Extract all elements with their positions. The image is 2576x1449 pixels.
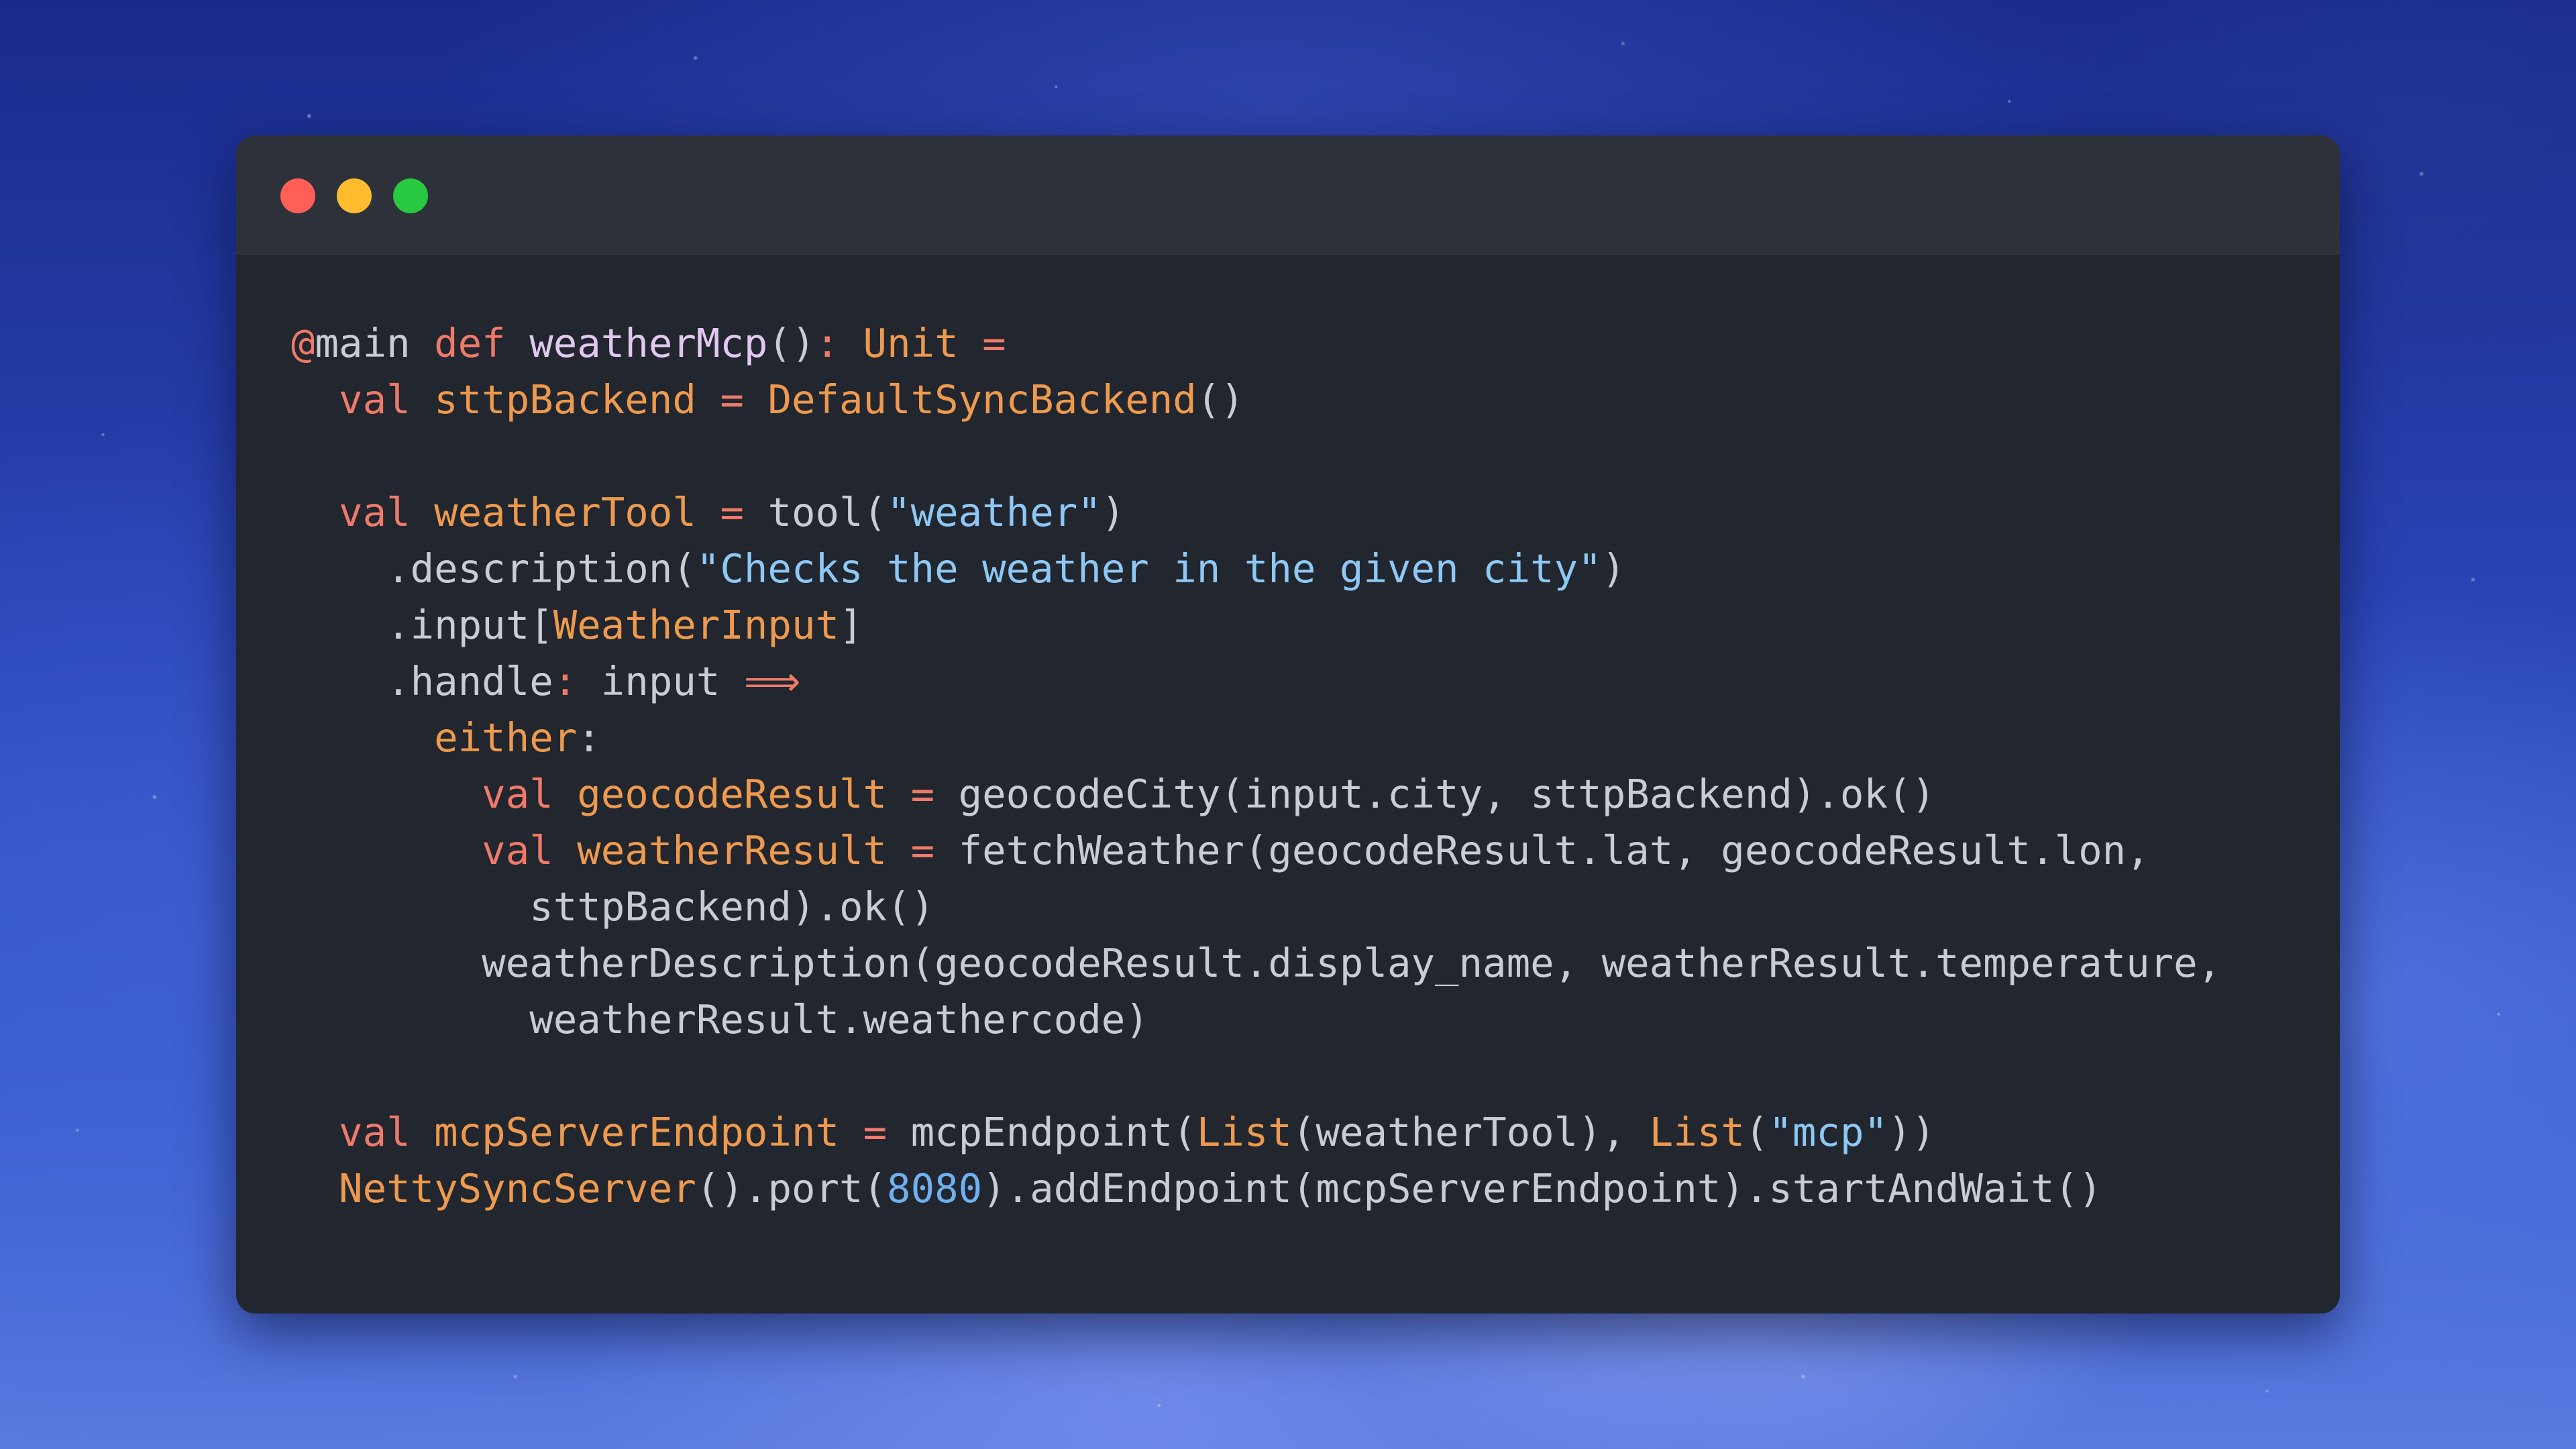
code-token: = [839, 1109, 911, 1155]
code-token: @ [291, 320, 315, 366]
code-token: geocodeCity(input.city, sttpBackend).ok(… [958, 771, 1935, 817]
code-token: () [1196, 376, 1244, 423]
code-line: weatherResult.weathercode) [291, 991, 2221, 1048]
code-token: sttpBackend [434, 376, 696, 423]
code-line: @main def weatherMcp(): Unit = [291, 315, 2221, 372]
code-token: geocodeResult [577, 771, 888, 817]
code-token: weatherTool [434, 489, 696, 535]
code-token: WeatherInput [553, 602, 839, 648]
code-token: List [1196, 1109, 1292, 1155]
minimize-button[interactable] [337, 178, 372, 213]
code-window: @main def weatherMcp(): Unit = val sttpB… [236, 136, 2340, 1313]
code-line: sttpBackend).ok() [291, 879, 2221, 935]
code-line: NettySyncServer().port(8080).addEndpoint… [291, 1161, 2221, 1217]
window-titlebar [236, 136, 2340, 255]
code-token: List [1649, 1109, 1745, 1155]
code-line: val sttpBackend = DefaultSyncBackend() [291, 372, 2221, 428]
code-block: @main def weatherMcp(): Unit = val sttpB… [291, 315, 2221, 1217]
code-token: "weather" [887, 489, 1102, 535]
code-token: sttpBackend).ok() [291, 883, 935, 930]
code-token: ) [1601, 545, 1626, 592]
code-token: .description( [291, 545, 696, 592]
code-token: .handle [291, 658, 553, 704]
code-token: weatherResult [577, 827, 888, 873]
code-token: val [482, 771, 578, 817]
code-token: val [339, 376, 435, 423]
code-token: "mcp" [1768, 1109, 1888, 1155]
code-line: weatherDescription(geocodeResult.display… [291, 935, 2221, 991]
close-button[interactable] [280, 178, 315, 213]
code-token: val [482, 827, 578, 873]
code-token: def [434, 320, 530, 366]
code-token: ) [1101, 489, 1126, 535]
code-line: .input[WeatherInput] [291, 597, 2221, 653]
code-line: either: [291, 710, 2221, 766]
code-token: = [696, 376, 768, 423]
code-token: "Checks the weather in the given city" [696, 545, 1602, 592]
code-token: 8080 [887, 1165, 983, 1212]
code-token: = [887, 827, 959, 873]
code-token: ] [839, 602, 863, 648]
code-token: main [315, 320, 435, 366]
code-line: .description("Checks the weather in the … [291, 541, 2221, 597]
code-token: () [767, 320, 816, 366]
code-token: tool( [767, 489, 888, 535]
code-token: (weatherTool), [1291, 1109, 1650, 1155]
code-token: = [958, 320, 1006, 366]
code-token: val [339, 489, 435, 535]
code-token: weatherDescription(geocodeResult.display… [291, 940, 2222, 986]
code-token: : [577, 714, 601, 761]
code-token: : [553, 658, 601, 704]
code-token: mcpServerEndpoint [434, 1109, 839, 1155]
code-token: = [696, 489, 768, 535]
code-line: val geocodeResult = geocodeCity(input.ci… [291, 766, 2221, 822]
code-token: ( [1744, 1109, 1769, 1155]
code-token: ⟹ [743, 658, 801, 704]
code-line: val weatherResult = fetchWeather(geocode… [291, 822, 2221, 879]
code-token: DefaultSyncBackend [767, 376, 1197, 423]
code-token: NettySyncServer [339, 1165, 696, 1212]
code-token: ().port( [696, 1165, 888, 1212]
maximize-button[interactable] [393, 178, 428, 213]
code-line: .handle: input ⟹ [291, 653, 2221, 710]
code-token: weatherResult.weathercode) [291, 996, 1149, 1042]
code-token: ).addEndpoint(mcpServerEndpoint).startAn… [982, 1165, 2102, 1212]
code-token: val [339, 1109, 435, 1155]
code-token: .input[ [291, 602, 553, 648]
code-token: fetchWeather(geocodeResult.lat, geocodeR… [958, 827, 2150, 873]
code-token: either [434, 714, 578, 761]
code-token: input [600, 658, 744, 704]
code-line: val weatherTool = tool("weather") [291, 484, 2221, 541]
code-token: Unit [863, 320, 959, 366]
code-token: : [815, 320, 863, 366]
code-line: val mcpServerEndpoint = mcpEndpoint(List… [291, 1104, 2221, 1161]
code-token: = [887, 771, 959, 817]
code-token: weatherMcp [529, 320, 768, 366]
code-token: mcpEndpoint( [910, 1109, 1197, 1155]
code-token: )) [1888, 1109, 1936, 1155]
